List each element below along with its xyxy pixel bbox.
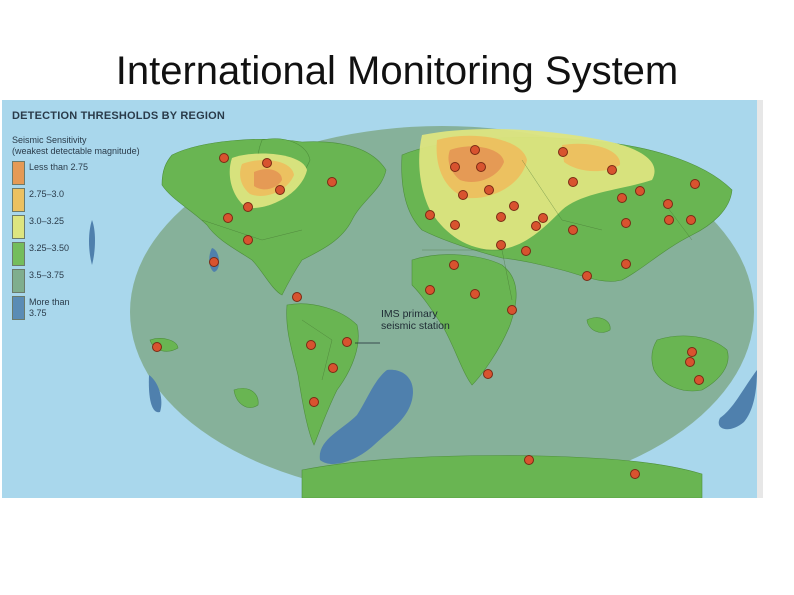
legend-subtitle: (weakest detectable magnitude) <box>12 146 140 156</box>
legend-label: Less than 2.75 <box>29 162 89 172</box>
seismic-station-marker <box>507 305 517 315</box>
legend-swatch <box>12 296 25 320</box>
seismic-station-marker <box>243 202 253 212</box>
seismic-station-marker <box>458 190 468 200</box>
seismic-station-marker <box>425 285 435 295</box>
legend-swatch <box>12 161 25 185</box>
seismic-station-marker <box>687 347 697 357</box>
seismic-station-marker <box>152 342 162 352</box>
seismic-station-marker <box>328 363 338 373</box>
seismic-station-marker <box>470 145 480 155</box>
legend-item: 3.25–3.50 <box>12 242 140 266</box>
seismic-station-marker <box>663 199 673 209</box>
world-map: DETECTION THRESHOLDS BY REGION Seismic S… <box>2 100 763 498</box>
legend-swatch <box>12 188 25 212</box>
slide-title: International Monitoring System <box>115 49 679 93</box>
seismic-station-marker <box>450 162 460 172</box>
callout-line-1: IMS primary <box>381 308 438 320</box>
legend-item: 3.5–3.75 <box>12 269 140 293</box>
legend-label: 3.5–3.75 <box>29 270 65 280</box>
seismic-station-marker <box>306 340 316 350</box>
seismic-station-marker <box>694 375 704 385</box>
seismic-station-marker <box>327 177 337 187</box>
legend-title: Seismic Sensitivity <box>12 135 87 145</box>
seismic-station-marker <box>621 259 631 269</box>
legend-item: 3.0–3.25 <box>12 215 140 239</box>
seismic-station-marker <box>617 193 627 203</box>
seismic-station-marker <box>496 240 506 250</box>
legend-label: 3.25–3.50 <box>29 243 70 253</box>
seismic-station-marker <box>262 158 272 168</box>
seismic-station-marker <box>538 213 548 223</box>
legend-swatch <box>12 242 25 266</box>
seismic-station-marker <box>686 215 696 225</box>
seismic-station-marker <box>292 292 302 302</box>
seismic-station-marker <box>219 153 229 163</box>
seismic-station-marker <box>521 246 531 256</box>
seismic-station-marker <box>685 357 695 367</box>
seismic-station-marker <box>690 179 700 189</box>
seismic-station-marker <box>607 165 617 175</box>
seismic-station-marker <box>496 212 506 222</box>
legend-label: 3.0–3.25 <box>29 216 65 226</box>
legend-item: 2.75–3.0 <box>12 188 140 212</box>
legend-item: More than 3.75 <box>12 296 140 320</box>
map-heading: DETECTION THRESHOLDS BY REGION <box>12 110 225 122</box>
seismic-station-marker <box>531 221 541 231</box>
seismic-station-marker <box>425 210 435 220</box>
seismic-station-marker <box>664 215 674 225</box>
seismic-station-marker <box>275 185 285 195</box>
station-callout: IMS primary seismic station <box>381 308 450 332</box>
seismic-station-marker <box>243 235 253 245</box>
legend-swatch <box>12 269 25 293</box>
seismic-station-marker <box>209 257 219 267</box>
seismic-station-marker <box>342 337 352 347</box>
seismic-station-marker <box>524 455 534 465</box>
callout-line-2: seismic station <box>381 320 450 332</box>
seismic-station-marker <box>223 213 233 223</box>
seismic-station-marker <box>470 289 480 299</box>
seismic-station-marker <box>450 220 460 230</box>
seismic-station-marker <box>621 218 631 228</box>
seismic-station-marker <box>483 369 493 379</box>
seismic-station-marker <box>558 147 568 157</box>
seismic-station-marker <box>509 201 519 211</box>
seismic-station-marker <box>582 271 592 281</box>
seismic-station-marker <box>635 186 645 196</box>
legend: Seismic Sensitivity (weakest detectable … <box>12 135 140 320</box>
seismic-station-marker <box>568 225 578 235</box>
legend-swatch <box>12 215 25 239</box>
legend-item: Less than 2.75 <box>12 161 140 185</box>
seismic-station-marker <box>484 185 494 195</box>
seismic-station-marker <box>309 397 319 407</box>
seismic-station-marker <box>630 469 640 479</box>
legend-label: 2.75–3.0 <box>29 189 65 199</box>
legend-label: More than 3.75 <box>29 297 70 318</box>
seismic-station-marker <box>449 260 459 270</box>
seismic-station-marker <box>476 162 486 172</box>
seismic-station-marker <box>568 177 578 187</box>
